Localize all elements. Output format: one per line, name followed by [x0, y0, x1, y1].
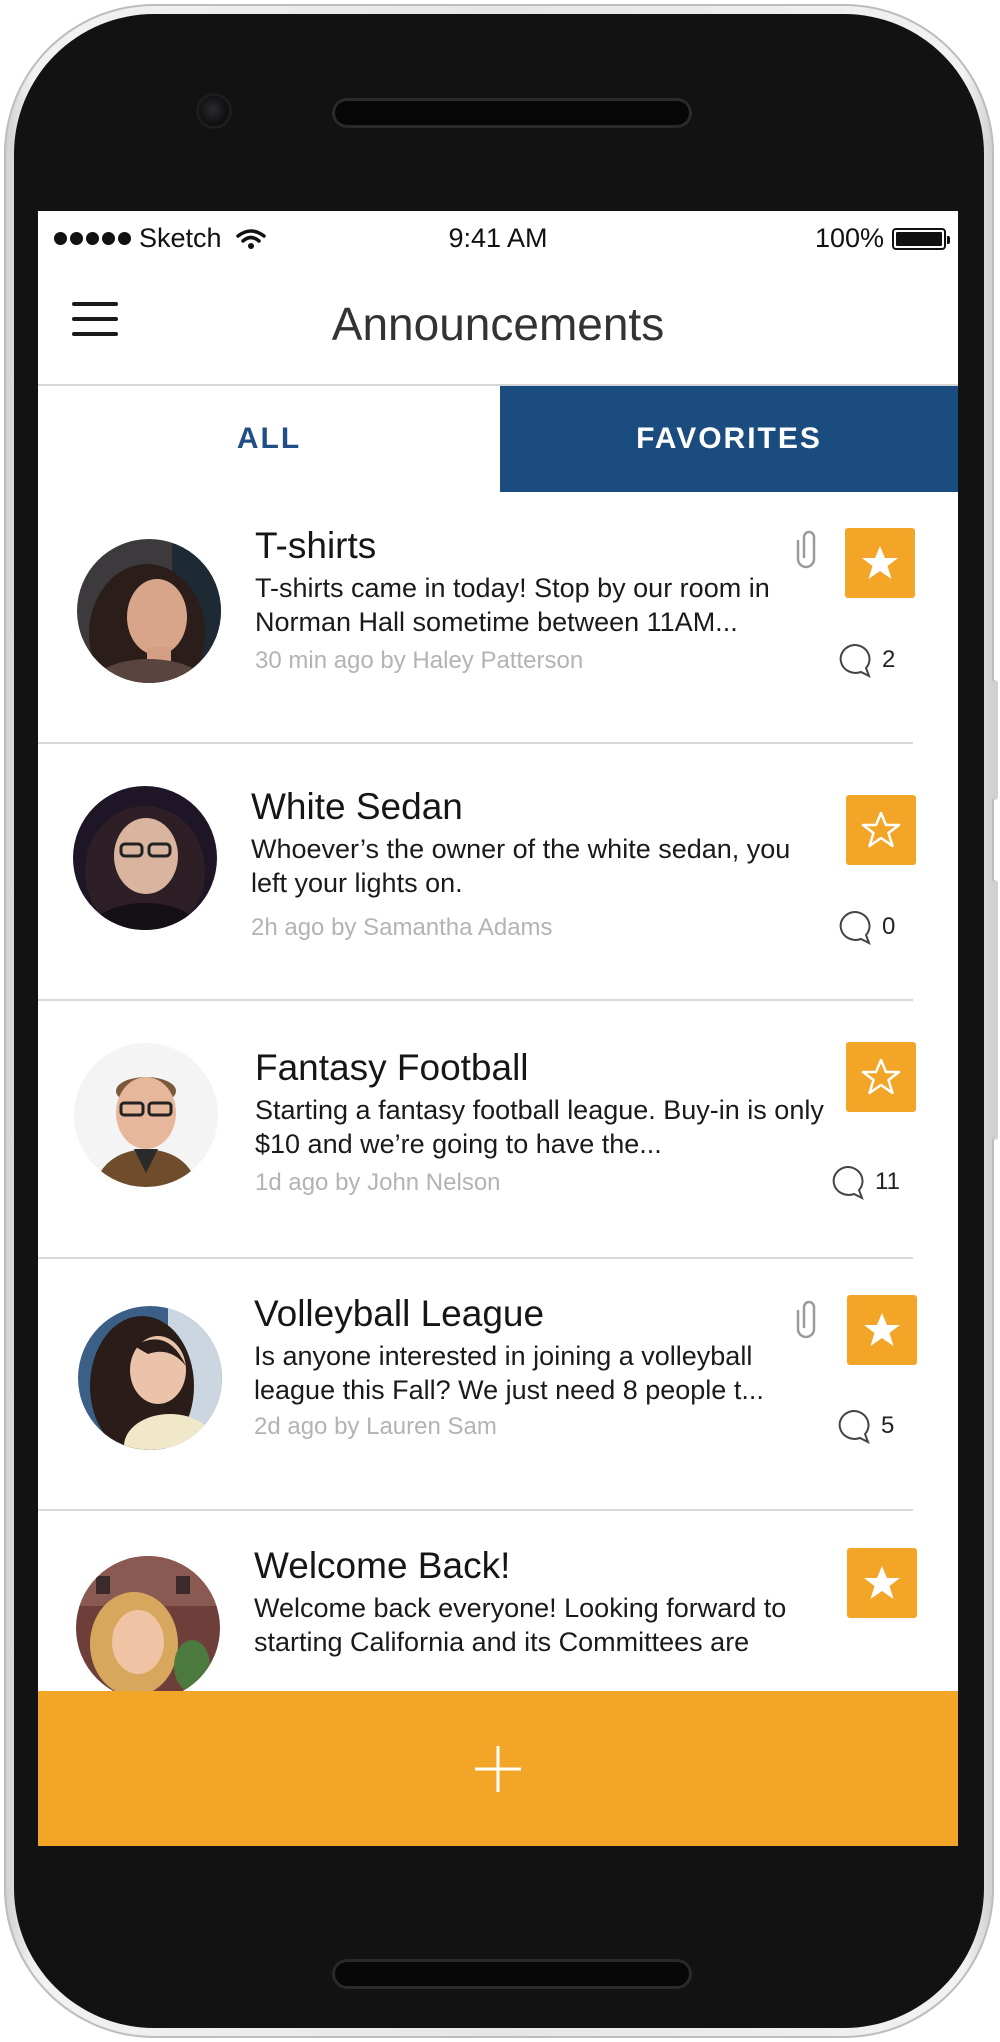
avatar [73, 786, 217, 930]
app-screen: Sketch 9:41 AM 100% Announcements ALL FA… [38, 211, 958, 1846]
announcement-item[interactable]: Fantasy Football Starting a fantasy foot… [38, 1001, 958, 1257]
speech-bubble-icon [832, 1165, 864, 1200]
star-filled-icon [862, 546, 898, 579]
bottom-speaker [332, 1959, 692, 1989]
tab-all[interactable]: ALL [38, 386, 500, 492]
announcement-body: Whoever’s the owner of the white sedan, … [251, 834, 791, 898]
volume-button [992, 880, 998, 1140]
speech-bubble-icon [838, 1409, 870, 1444]
nav-bar: Announcements [38, 261, 958, 386]
tab-bar: ALL FAVORITES [38, 386, 958, 492]
avatar [76, 1556, 220, 1700]
announcement-meta: 30 min ago by Haley Patterson [255, 647, 584, 674]
earpiece-speaker [332, 98, 692, 128]
announcement-title: White Sedan [251, 786, 463, 827]
announcement-body: Is anyone interested in joining a volley… [254, 1341, 764, 1405]
announcement-item[interactable]: T-shirts T-shirts came in today! Stop by… [38, 492, 958, 742]
tab-favorites[interactable]: FAVORITES [500, 386, 958, 492]
comment-count-value: 11 [875, 1168, 900, 1195]
star-filled-icon [864, 1313, 900, 1346]
avatar [78, 1306, 222, 1450]
avatar [77, 539, 221, 683]
status-bar: Sketch 9:41 AM 100% [38, 211, 958, 261]
star-outline-icon [861, 1058, 901, 1095]
announcement-item[interactable]: White Sedan Whoever’s the owner of the w… [38, 744, 958, 999]
announcement-meta: 1d ago by John Nelson [255, 1169, 501, 1196]
comment-count-value: 2 [882, 646, 896, 673]
announcement-body: Starting a fantasy football league. Buy-… [255, 1095, 824, 1159]
comment-count[interactable]: 5 [835, 1408, 894, 1444]
side-button [992, 680, 998, 800]
favorite-star-button[interactable] [846, 1042, 916, 1112]
page-title: Announcements [331, 298, 665, 350]
favorite-star-button[interactable] [845, 528, 915, 598]
star-outline-icon [861, 811, 901, 848]
announcement-title: Welcome Back! [254, 1545, 511, 1586]
announcement-meta: 2h ago by Samantha Adams [251, 914, 553, 941]
comment-count[interactable]: 2 [836, 642, 895, 678]
comment-count-value: 0 [882, 913, 896, 940]
favorite-star-button[interactable] [847, 1295, 917, 1365]
speech-bubble-icon [839, 910, 871, 945]
front-camera [199, 96, 229, 126]
announcement-title: Volleyball League [254, 1293, 545, 1334]
comment-count[interactable]: 11 [829, 1164, 900, 1200]
avatar [74, 1043, 218, 1187]
announcement-body: T-shirts came in today! Stop by our room… [255, 573, 770, 637]
paperclip-icon [796, 1300, 816, 1339]
favorite-star-button[interactable] [847, 1548, 917, 1618]
comment-count-value: 5 [881, 1412, 895, 1439]
paperclip-icon [796, 530, 816, 569]
battery-percent: 100% [814, 223, 884, 253]
plus-icon [475, 1745, 521, 1792]
comment-count[interactable]: 0 [836, 909, 895, 945]
announcement-meta: 2d ago by Lauren Sam [254, 1413, 497, 1440]
favorite-star-button[interactable] [846, 795, 916, 865]
announcement-title: T-shirts [255, 525, 377, 566]
add-announcement-button[interactable] [38, 1691, 958, 1846]
speech-bubble-icon [839, 643, 871, 678]
announcement-body: Welcome back everyone! Looking forward t… [254, 1593, 787, 1657]
battery-icon [892, 227, 950, 250]
star-filled-icon [864, 1566, 900, 1599]
announcement-item[interactable]: Volleyball League Is anyone interested i… [38, 1259, 958, 1509]
announcement-title: Fantasy Football [255, 1047, 529, 1088]
